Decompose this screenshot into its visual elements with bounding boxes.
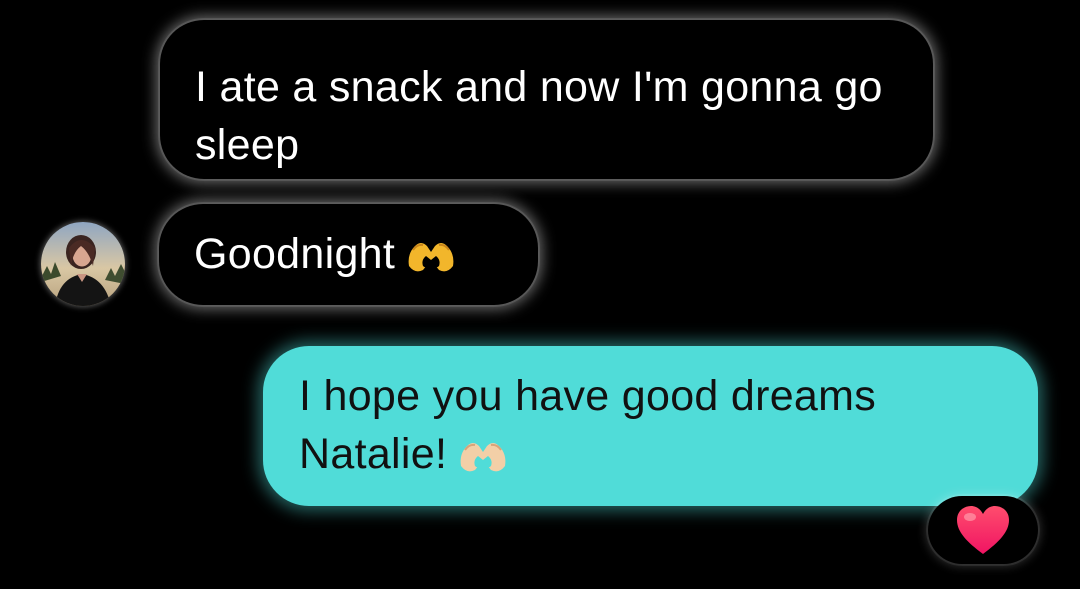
heart-hands-emoji-icon <box>405 233 457 273</box>
incoming-message-bubble[interactable]: I ate a snack and now I'm gonna go sleep <box>160 20 933 179</box>
heart-hands-emoji-icon <box>457 433 509 473</box>
message-text: I hope you have good dreams Natalie! <box>299 372 877 478</box>
red-heart-icon <box>957 506 1009 554</box>
avatar-photo-icon <box>41 222 125 306</box>
message-text: I ate a snack and now I'm gonna go sleep <box>195 63 883 169</box>
message-reaction[interactable] <box>928 496 1038 564</box>
outgoing-message-bubble[interactable]: I hope you have good dreams Natalie! <box>263 346 1038 506</box>
message-text: Goodnight <box>194 230 396 278</box>
contact-avatar[interactable] <box>41 222 125 306</box>
incoming-message-bubble[interactable]: Goodnight <box>159 204 538 305</box>
